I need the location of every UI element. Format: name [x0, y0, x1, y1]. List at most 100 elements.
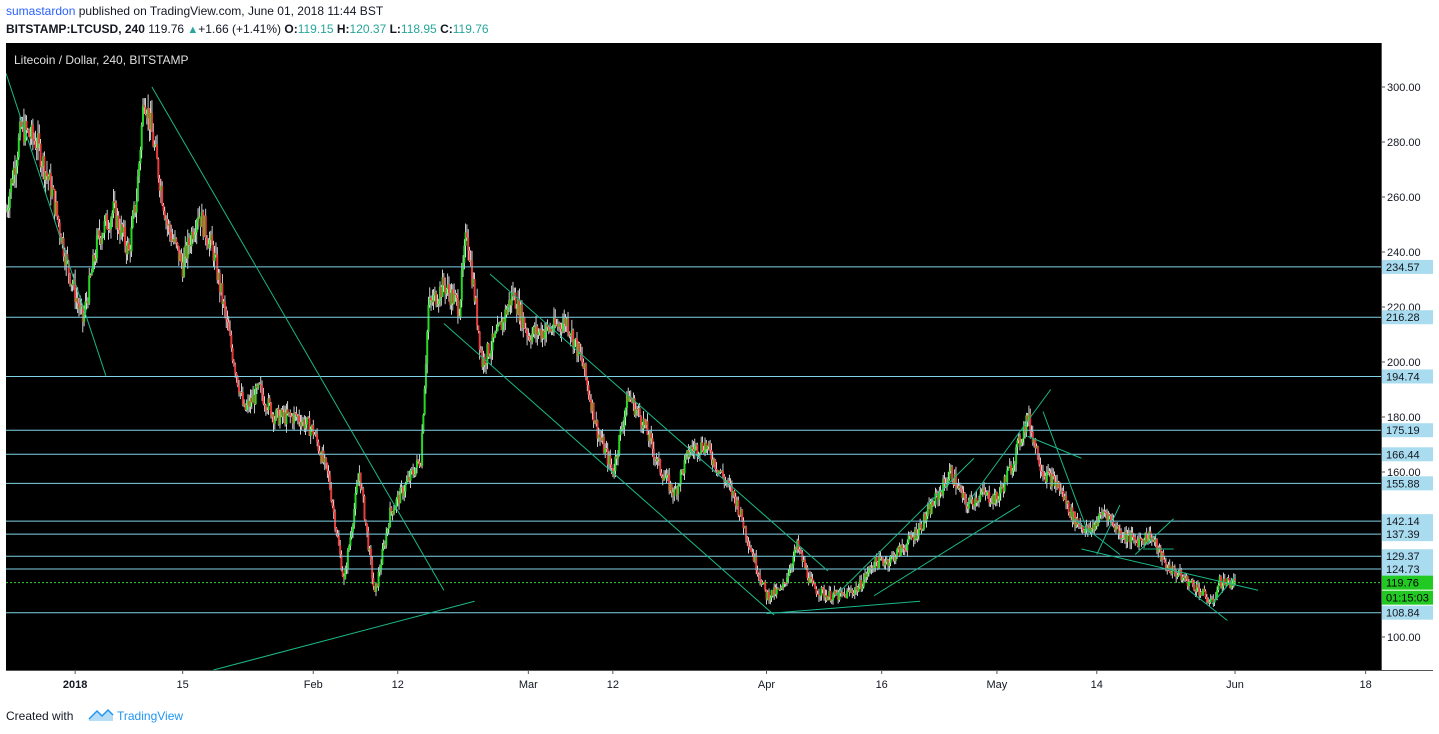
candle-body [95, 235, 98, 259]
candle-body [976, 500, 979, 503]
candle-body [947, 479, 950, 483]
candle-body [654, 458, 657, 460]
candle-body [497, 324, 500, 326]
price-chart-svg[interactable]: 100.00120.00140.00160.00180.00200.00220.… [5, 43, 1433, 698]
high-label: H: [336, 22, 350, 36]
candle-body [528, 336, 531, 340]
tradingview-logo-icon [88, 708, 114, 721]
candle-body [650, 433, 653, 439]
candle-body [351, 524, 354, 532]
y-tick-label: 240.00 [1387, 247, 1421, 259]
candle-body [33, 138, 36, 142]
candle-body [221, 283, 224, 305]
candle-body [168, 223, 171, 233]
candle-body [317, 441, 320, 451]
candle-body [1038, 459, 1041, 465]
candle-body [193, 234, 196, 240]
candle-body [670, 483, 673, 493]
candle-body [1182, 576, 1185, 578]
candle-body [15, 166, 18, 175]
candle-body [951, 466, 954, 481]
candle-body [715, 468, 718, 471]
candle-body [1098, 513, 1101, 521]
candle-body [1176, 575, 1179, 577]
level-label: 142.14 [1386, 516, 1420, 528]
candle-body [412, 470, 415, 475]
candle-body [1084, 528, 1087, 533]
created-with-label: Created with [6, 709, 74, 723]
candle-body [744, 526, 747, 538]
candle-body [69, 273, 72, 285]
candle-body [447, 284, 450, 293]
candle-body [684, 454, 687, 460]
candle-body [144, 107, 147, 114]
candle-body [757, 574, 760, 576]
candle-body [652, 448, 655, 459]
candle-body [721, 470, 724, 477]
x-tick-label: 2018 [63, 679, 87, 691]
candle-body [660, 472, 663, 477]
candle-body [143, 105, 146, 108]
candle-body [235, 373, 238, 377]
x-tick-label: Mar [519, 679, 538, 691]
candle-body [236, 376, 239, 386]
candle-body [328, 474, 331, 489]
x-tick-label: 16 [876, 679, 888, 691]
candle-body [300, 422, 303, 427]
candle-body [888, 562, 891, 566]
candle-body [150, 112, 153, 132]
candle-body [88, 275, 91, 304]
candle-body [1191, 579, 1194, 585]
candle-body [933, 504, 936, 506]
candle-body [336, 533, 339, 537]
x-tick-label: Feb [304, 679, 323, 691]
candle-body [1227, 577, 1230, 581]
candle-body [435, 291, 438, 306]
candle-body [453, 293, 456, 304]
open-label: O: [284, 22, 298, 36]
candle-body [17, 137, 20, 158]
candle-body [430, 297, 433, 301]
candle-body [76, 297, 79, 304]
candle-body [135, 200, 138, 213]
tradingview-link[interactable]: TradingView [117, 709, 183, 723]
candle-body [327, 470, 330, 475]
candle-body [131, 215, 134, 228]
candle-body [916, 535, 919, 539]
candle-body [853, 590, 856, 595]
candle-body [1234, 578, 1237, 581]
candle-body [756, 570, 759, 575]
candle-body [1108, 514, 1111, 516]
candle-body [683, 459, 686, 474]
candle-body [230, 335, 233, 348]
candle-body [414, 467, 417, 476]
candle-body [124, 227, 127, 246]
candle-body [622, 427, 625, 429]
candle-body [208, 240, 211, 249]
candle-body [460, 270, 463, 301]
candle-body [659, 459, 662, 473]
candle-body [487, 343, 490, 357]
chart-header: sumastardon published on TradingView.com… [0, 0, 1439, 42]
candle-body [241, 392, 244, 406]
candle-body [1016, 440, 1019, 448]
time-axis [6, 670, 1433, 698]
candle-body [948, 470, 951, 480]
candle-body [679, 471, 682, 485]
candle-body [326, 463, 329, 471]
candle-body [506, 307, 509, 315]
candle-body [476, 297, 479, 326]
author-link[interactable]: sumastardon [6, 4, 75, 18]
candle-body [8, 192, 11, 208]
last-price: 119.76 [148, 22, 185, 36]
candle-body [861, 586, 864, 590]
candle-body [1163, 559, 1166, 563]
candle-body [127, 242, 130, 250]
candle-body [298, 415, 301, 422]
candle-body [404, 483, 407, 492]
x-tick-label: 14 [1091, 679, 1103, 691]
chart-area[interactable]: 100.00120.00140.00160.00180.00200.00220.… [5, 43, 1433, 698]
candle-body [331, 500, 334, 506]
level-label: 166.44 [1386, 449, 1420, 461]
candle-body [1196, 584, 1199, 588]
